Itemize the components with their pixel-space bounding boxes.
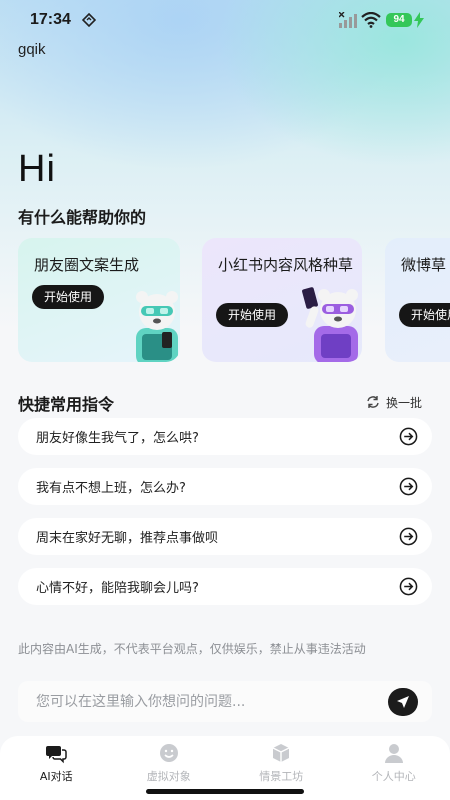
ai-disclaimer: 此内容由AI生成，不代表平台观点，仅供娱乐，禁止从事违法活动 bbox=[18, 642, 366, 656]
charging-bolt-icon bbox=[414, 12, 424, 28]
send-icon bbox=[397, 696, 409, 708]
quick-command-text: 周末在家好无聊，推荐点事做呗 bbox=[36, 531, 219, 546]
nav-ai-chat[interactable]: AI对话 bbox=[0, 736, 113, 800]
refresh-icon bbox=[367, 396, 379, 408]
refresh-label: 换一批 bbox=[386, 395, 423, 410]
nav-label: 虚拟对象 bbox=[146, 770, 191, 783]
refresh-button[interactable]: 换一批 bbox=[366, 393, 422, 411]
quick-command-text: 心情不好，能陪我聊会儿吗? bbox=[36, 581, 199, 596]
status-time: 17:34 bbox=[30, 11, 71, 28]
quick-command-list: 朋友好像生我气了，怎么哄? 我有点不想上班，怎么办? 周末在家好无聊，推荐点事做… bbox=[18, 418, 432, 618]
home-indicator bbox=[146, 789, 304, 794]
help-subtitle: 有什么能帮助你的 bbox=[18, 208, 147, 227]
battery-indicator: 94 bbox=[386, 13, 412, 27]
nav-label: 个人中心 bbox=[371, 770, 416, 783]
start-button[interactable]: 开始使用 bbox=[32, 285, 105, 309]
arrow-right-circle-icon bbox=[399, 577, 418, 596]
arrow-right-circle-icon bbox=[399, 427, 418, 446]
quick-command-item[interactable]: 朋友好像生我气了，怎么哄? bbox=[18, 418, 432, 455]
cube-icon bbox=[272, 744, 290, 762]
card-title: 小红书内容风格种草 bbox=[218, 256, 354, 274]
person-icon bbox=[384, 744, 403, 763]
arrow-right-circle-icon bbox=[399, 477, 418, 496]
greeting-heading: Hi bbox=[18, 148, 56, 190]
feature-card-weibo[interactable]: 微博草 开始使用 bbox=[385, 238, 450, 362]
card-title: 朋友圈文案生成 bbox=[34, 256, 140, 274]
send-button[interactable] bbox=[388, 688, 418, 716]
location-arrow-icon bbox=[82, 13, 96, 27]
chat-input-bar bbox=[18, 681, 432, 722]
status-bar: 17:34 94 bbox=[0, 0, 450, 40]
quick-command-text: 朋友好像生我气了，怎么哄? bbox=[36, 431, 199, 446]
bear-selfie-mascot bbox=[302, 287, 358, 362]
nav-label: AI对话 bbox=[39, 770, 73, 783]
feature-card-moments[interactable]: 朋友圈文案生成 开始使用 bbox=[18, 238, 180, 362]
feature-cards: 朋友圈文案生成 开始使用 小红书内容风格种草 开始使用 微博草 开始使 bbox=[18, 238, 450, 363]
feature-card-xiaohongshu[interactable]: 小红书内容风格种草 开始使用 bbox=[202, 238, 362, 362]
quick-command-item[interactable]: 心情不好，能陪我聊会儿吗? bbox=[18, 568, 432, 605]
nav-profile[interactable]: 个人中心 bbox=[338, 736, 450, 800]
bear-phone-mascot bbox=[136, 291, 178, 362]
quick-command-item[interactable]: 我有点不想上班，怎么办? bbox=[18, 468, 432, 505]
quick-command-text: 我有点不想上班，怎么办? bbox=[36, 481, 186, 496]
nav-label: 情景工坊 bbox=[259, 770, 304, 783]
quick-commands-title: 快捷常用指令 bbox=[18, 395, 115, 414]
start-button[interactable]: 开始使用 bbox=[216, 303, 289, 327]
arrow-right-circle-icon bbox=[399, 527, 418, 546]
app-name: gqik bbox=[18, 41, 46, 58]
start-button[interactable]: 开始使用 bbox=[399, 303, 450, 327]
cellular-signal-icon bbox=[339, 12, 357, 28]
card-title: 微博草 bbox=[401, 256, 447, 274]
chat-input[interactable] bbox=[18, 681, 368, 722]
chat-bubbles-icon bbox=[46, 746, 67, 764]
quick-command-item[interactable]: 周末在家好无聊，推荐点事做呗 bbox=[18, 518, 432, 555]
smiley-icon bbox=[159, 744, 178, 762]
wifi-icon bbox=[361, 12, 381, 28]
